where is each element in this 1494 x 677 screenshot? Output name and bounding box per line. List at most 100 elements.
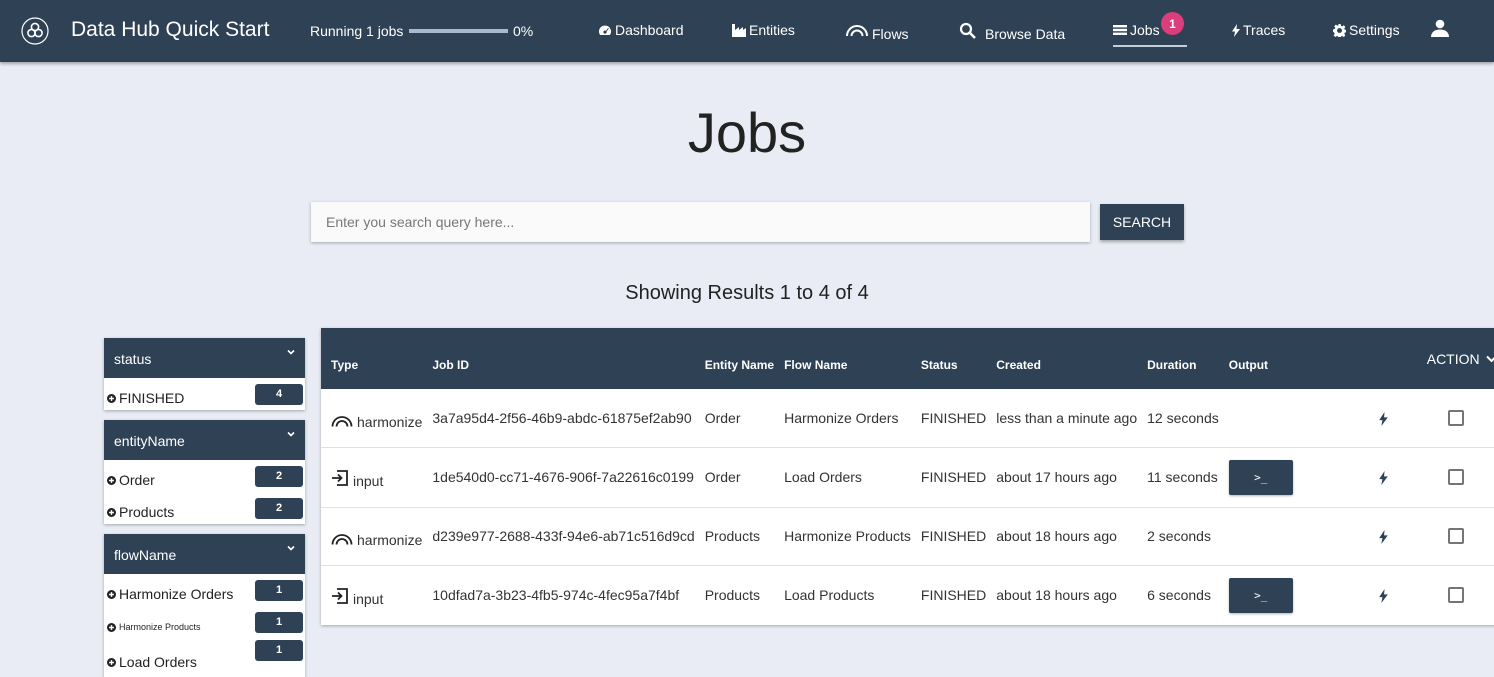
running-jobs-label: Running 1 jobs bbox=[310, 23, 404, 39]
job-created: about 18 hours ago bbox=[996, 528, 1117, 544]
table-row[interactable]: harmonize d239e977-2688-433f-94e6-ab71c5… bbox=[321, 507, 1494, 565]
harmonize-arc-icon bbox=[331, 415, 353, 427]
col-header-output: Output bbox=[1228, 357, 1269, 372]
row-select-checkbox[interactable] bbox=[1447, 469, 1464, 485]
trace-bolt-icon[interactable] bbox=[1378, 411, 1388, 426]
job-type: input bbox=[353, 591, 384, 608]
flow-name: Harmonize Products bbox=[784, 528, 911, 544]
plus-circle-icon bbox=[107, 475, 116, 485]
user-icon[interactable] bbox=[1431, 19, 1449, 37]
nav-traces[interactable]: Traces bbox=[1232, 22, 1285, 38]
app-logo-icon[interactable] bbox=[21, 17, 49, 45]
trace-bolt-icon[interactable] bbox=[1378, 471, 1388, 485]
job-duration: 2 seconds bbox=[1147, 528, 1211, 544]
action-label: ACTION bbox=[1426, 350, 1480, 367]
jobs-progress-percent: 0% bbox=[513, 23, 534, 39]
job-status: FINISHED bbox=[920, 469, 987, 485]
flow-name: Load Orders bbox=[784, 469, 862, 485]
facet-item-harmonize-orders[interactable]: Harmonize Orders 1 bbox=[104, 574, 305, 606]
action-menu-button[interactable]: ACTION bbox=[1293, 328, 1494, 389]
facet-item-harmonize-products[interactable]: Harmonize Products 1 bbox=[104, 606, 305, 638]
job-type: harmonize bbox=[357, 532, 423, 548]
nav-jobs-label: Jobs bbox=[1130, 22, 1160, 38]
nav-dashboard[interactable]: Dashboard bbox=[598, 22, 684, 38]
gear-icon bbox=[1333, 23, 1346, 37]
job-status: FINISHED bbox=[920, 528, 987, 544]
view-output-button[interactable]: >_ bbox=[1228, 459, 1293, 495]
plus-circle-icon bbox=[107, 393, 116, 403]
col-header-type[interactable]: Type bbox=[321, 328, 422, 389]
top-navbar: Data Hub Quick Start Running 1 jobs 0% D… bbox=[0, 0, 1494, 62]
flow-arc-icon bbox=[846, 24, 868, 36]
job-created: about 17 hours ago bbox=[996, 469, 1117, 485]
facet-item-label: Load Orders bbox=[119, 654, 197, 670]
job-type: input bbox=[353, 473, 384, 489]
table-row[interactable]: input 1de540d0-cc71-4676-906f-7a22616c01… bbox=[321, 447, 1494, 507]
entity-name: Order bbox=[704, 469, 741, 485]
job-duration: 6 seconds bbox=[1147, 587, 1211, 604]
view-output-button[interactable]: >_ bbox=[1228, 577, 1293, 613]
nav-entities[interactable]: Entities bbox=[732, 22, 795, 38]
col-header-created[interactable]: Created bbox=[986, 328, 1137, 389]
chevron-down-icon bbox=[287, 545, 295, 551]
flow-name: Harmonize Orders bbox=[784, 409, 899, 426]
chevron-down-icon bbox=[287, 431, 295, 437]
facet-header-flowname[interactable]: flowName bbox=[104, 534, 305, 574]
app-title[interactable]: Data Hub Quick Start bbox=[71, 18, 269, 42]
job-created: about 18 hours ago bbox=[996, 587, 1117, 604]
facet-header-status[interactable]: status bbox=[104, 338, 305, 378]
col-header-job-id[interactable]: Job ID bbox=[422, 328, 694, 389]
job-id[interactable]: 1de540d0-cc71-4676-906f-7a22616c0199 bbox=[422, 447, 694, 507]
facet-item-count: 2 bbox=[255, 466, 303, 487]
row-select-checkbox[interactable] bbox=[1447, 528, 1464, 544]
facet-item-count: 2 bbox=[255, 498, 303, 519]
facet-item-label: Order bbox=[119, 472, 155, 488]
facet-item-count: 1 bbox=[255, 580, 303, 601]
col-header-status[interactable]: Status bbox=[911, 328, 986, 389]
job-id[interactable]: 10dfad7a-3b23-4fb5-974c-4fec95a7f4bf bbox=[422, 565, 694, 625]
table-header-row: Type Job ID Entity Name Flow Name Status… bbox=[321, 328, 1494, 389]
row-select-checkbox[interactable] bbox=[1447, 587, 1464, 604]
entity-name: Order bbox=[704, 409, 741, 426]
input-sign-in-icon bbox=[332, 588, 348, 605]
nav-dashboard-label: Dashboard bbox=[615, 22, 684, 38]
chevron-down-icon bbox=[287, 349, 295, 355]
facet-title: status bbox=[114, 351, 152, 367]
search-button[interactable]: SEARCH bbox=[1100, 204, 1184, 240]
col-header-entity-name[interactable]: Entity Name bbox=[695, 328, 774, 389]
jobs-count-badge: 1 bbox=[1161, 12, 1184, 35]
facet-item-products[interactable]: Products 2 bbox=[104, 492, 305, 524]
search-input[interactable] bbox=[311, 202, 1090, 242]
facet-item-label: Harmonize Orders bbox=[119, 586, 234, 602]
facet-item-count: 4 bbox=[255, 384, 303, 405]
table-row[interactable]: harmonize 3a7a95d4-2f56-46b9-abdc-61875e… bbox=[321, 389, 1494, 447]
nav-flows[interactable]: Flows bbox=[845, 23, 909, 42]
bolt-icon bbox=[1232, 23, 1240, 37]
trace-bolt-icon[interactable] bbox=[1378, 589, 1388, 604]
nav-browse-data[interactable]: Browse Data bbox=[959, 20, 1065, 42]
plus-circle-icon bbox=[107, 589, 116, 599]
row-select-checkbox[interactable] bbox=[1447, 409, 1464, 426]
facet-item-finished[interactable]: FINISHED 4 bbox=[104, 378, 305, 410]
facet-item-load-orders[interactable]: Load Orders 1 bbox=[104, 638, 305, 670]
facet-item-order[interactable]: Order 2 bbox=[104, 460, 305, 492]
facet-item-count: 1 bbox=[255, 612, 303, 633]
facet-item-label: FINISHED bbox=[119, 390, 185, 406]
nav-browse-data-label: Browse Data bbox=[985, 26, 1066, 42]
trace-bolt-icon[interactable] bbox=[1378, 530, 1388, 544]
col-header-duration[interactable]: Duration bbox=[1137, 328, 1219, 389]
facet-header-entityname[interactable]: entityName bbox=[104, 420, 305, 460]
facet-title: entityName bbox=[114, 433, 185, 449]
jobs-table: Type Job ID Entity Name Flow Name Status… bbox=[321, 328, 1494, 625]
nav-traces-label: Traces bbox=[1243, 22, 1286, 38]
job-id[interactable]: d239e977-2688-433f-94e6-ab71c516d9cd bbox=[422, 507, 694, 565]
nav-entities-label: Entities bbox=[749, 22, 795, 38]
col-header-flow-name[interactable]: Flow Name bbox=[774, 328, 911, 389]
job-id[interactable]: 3a7a95d4-2f56-46b9-abdc-61875ef2ab90 bbox=[422, 389, 694, 447]
nav-settings[interactable]: Settings bbox=[1333, 22, 1400, 38]
dashboard-icon bbox=[598, 24, 612, 36]
table-row[interactable]: input 10dfad7a-3b23-4fb5-974c-4fec95a7f4… bbox=[321, 565, 1494, 625]
jobs-list-icon bbox=[1113, 25, 1127, 35]
jobs-progress-bar bbox=[409, 29, 508, 33]
job-type: harmonize bbox=[357, 413, 423, 430]
